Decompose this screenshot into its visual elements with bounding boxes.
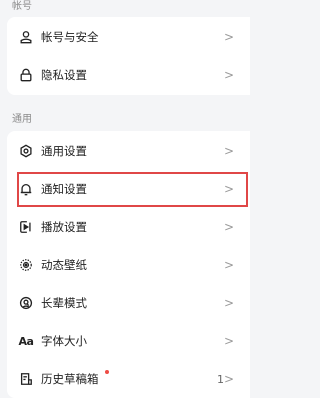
highlight-box [17, 172, 248, 207]
chevron-right-icon: > [223, 220, 234, 234]
drafts-label: 历史草稿箱 [41, 372, 99, 386]
drafts-row[interactable]: 历史草稿箱 1 > [7, 360, 250, 398]
general-settings-row[interactable]: 通用设置 > [7, 132, 250, 170]
account-card: 帐号与安全 > 隐私设置 > [7, 17, 250, 95]
elder-mode-label: 长辈模式 [41, 296, 87, 310]
live-wallpaper-row[interactable]: 动态壁纸 > [7, 246, 250, 284]
font-size-label: 字体大小 [41, 334, 87, 348]
elder-mode-row[interactable]: 长辈模式 > [7, 284, 250, 322]
privacy-settings-label: 隐私设置 [41, 68, 87, 82]
chevron-right-icon: > [223, 144, 234, 158]
playback-settings-label: 播放设置 [41, 220, 87, 234]
person-icon [18, 29, 34, 45]
section-title-account: 帐号 [12, 1, 32, 12]
play-settings-icon [18, 219, 34, 235]
general-settings-label: 通用设置 [41, 144, 87, 158]
playback-settings-row[interactable]: 播放设置 > [7, 208, 250, 246]
chevron-right-icon: > [223, 296, 234, 310]
lock-icon [18, 67, 34, 83]
drafts-count: 1 [217, 372, 224, 386]
chevron-right-icon: > [223, 372, 234, 386]
chevron-right-icon: > [223, 334, 234, 348]
chevron-right-icon: > [223, 30, 234, 44]
font-size-row[interactable]: Aa 字体大小 > [7, 322, 250, 360]
live-wallpaper-label: 动态壁纸 [41, 258, 87, 272]
account-security-row[interactable]: 帐号与安全 > [7, 18, 250, 56]
chevron-right-icon: > [223, 258, 234, 272]
chevron-right-icon: > [223, 68, 234, 82]
drafts-icon [18, 371, 34, 387]
notification-dot [105, 370, 109, 374]
privacy-settings-row[interactable]: 隐私设置 > [7, 56, 250, 94]
account-security-label: 帐号与安全 [41, 30, 99, 44]
section-title-general: 通用 [12, 114, 32, 125]
gear-icon [18, 143, 34, 159]
font-size-glyph: Aa [18, 334, 34, 348]
elder-mode-icon [18, 295, 34, 311]
font-size-icon: Aa [18, 333, 34, 349]
wallpaper-icon [18, 257, 34, 273]
